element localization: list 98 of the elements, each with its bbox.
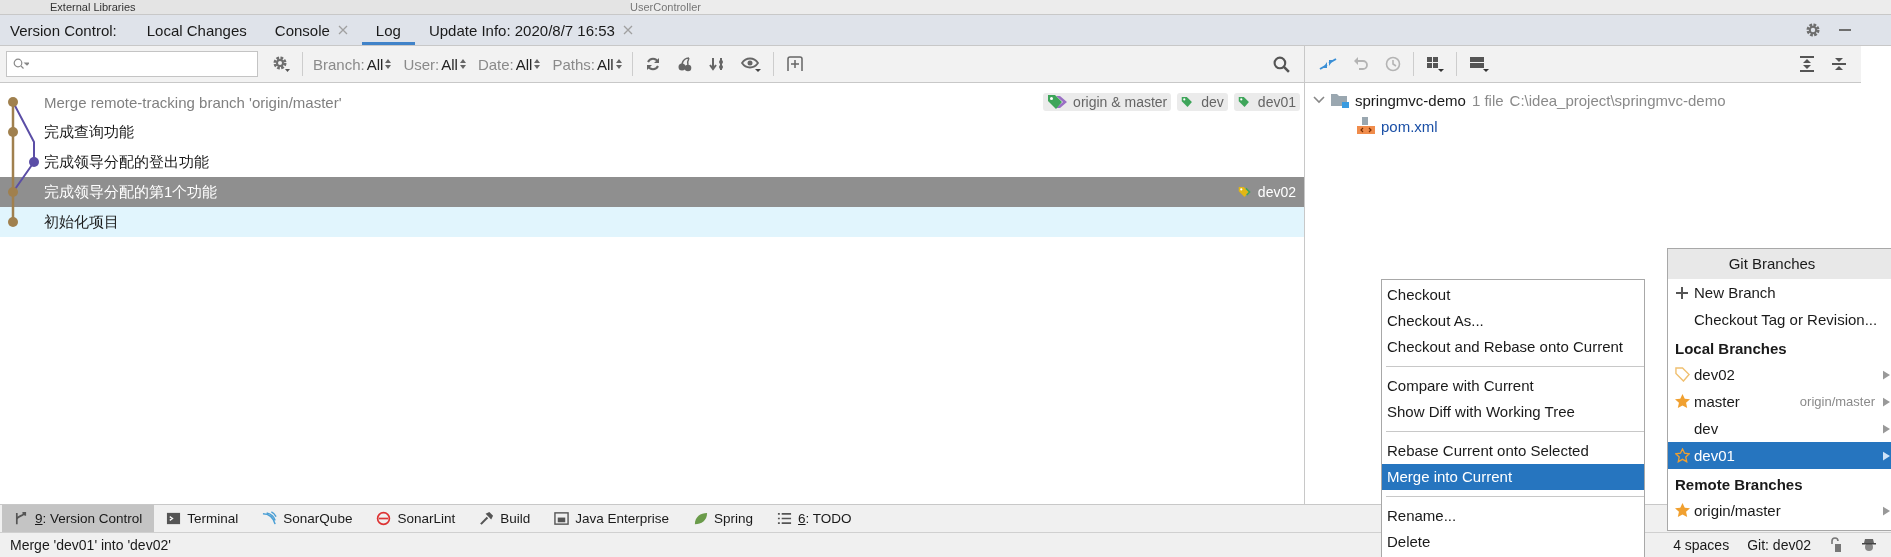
- branch-label: origin & master: [1043, 93, 1172, 111]
- updown-arrows-icon: [534, 58, 541, 70]
- tool-window-button[interactable]: Spring: [681, 505, 766, 532]
- popup-action[interactable]: Checkout Tag or Revision...: [1668, 306, 1891, 333]
- arrows-icon[interactable]: [1319, 55, 1337, 73]
- updown-arrows-icon: [615, 58, 622, 70]
- menu-item[interactable]: Checkout: [1382, 282, 1644, 308]
- file-count: 1 file: [1471, 91, 1504, 109]
- expand-all-icon[interactable]: [1799, 56, 1815, 72]
- branch-item[interactable]: origin/master: [1668, 497, 1891, 524]
- todo-icon: [777, 511, 793, 526]
- branch-label: dev02: [1233, 183, 1300, 201]
- module-folder-icon: [1331, 92, 1349, 108]
- tool-window-button[interactable]: Java Enterprise: [542, 505, 682, 532]
- file-name[interactable]: pom.xml: [1381, 117, 1438, 135]
- star-icon: [1674, 503, 1690, 518]
- vcs-icon: [14, 511, 29, 526]
- menu-item[interactable]: Show Diff with Working Tree: [1382, 399, 1644, 425]
- git-branch-widget[interactable]: Git: dev02: [1747, 537, 1811, 553]
- submenu-arrow-icon: [1883, 450, 1890, 461]
- star-icon: [1674, 394, 1690, 409]
- menu-item[interactable]: Checkout As...: [1382, 308, 1644, 334]
- commit-row[interactable]: 初始化项目: [0, 207, 1304, 237]
- settings-icon[interactable]: [1805, 22, 1821, 38]
- eye-icon[interactable]: [740, 56, 761, 72]
- popup-title: Git Branches: [1668, 249, 1891, 279]
- popup-action[interactable]: New Branch: [1668, 279, 1891, 306]
- module-path: C:\idea_project\springmvc-demo: [1509, 91, 1726, 109]
- branch-item[interactable]: dev01: [1668, 442, 1891, 469]
- refresh-icon[interactable]: [644, 56, 661, 72]
- tracking-branch: origin/master: [1799, 394, 1875, 409]
- updown-arrows-icon: [459, 58, 466, 70]
- submenu-arrow-icon: [1883, 505, 1890, 516]
- commit-row[interactable]: Merge remote-tracking branch 'origin/master' origin & master dev dev01: [0, 87, 1304, 117]
- tool-window-button[interactable]: Build: [467, 505, 543, 532]
- new-tab-icon[interactable]: [785, 56, 804, 72]
- commit-message: 完成领导分配的第1个功能: [44, 182, 218, 202]
- build-icon: [479, 511, 495, 526]
- commit-row[interactable]: 完成查询功能: [0, 117, 1304, 147]
- search-icon: [13, 58, 29, 70]
- tag-icon: [1674, 367, 1690, 382]
- branch-label: dev01: [1233, 93, 1300, 111]
- chevron-icon[interactable]: [1313, 94, 1325, 106]
- tool-window-button[interactable]: 9: Version Control: [2, 505, 155, 532]
- branch-item[interactable]: dev: [1668, 415, 1891, 442]
- sonarlint-icon: [376, 511, 392, 526]
- sort-icon[interactable]: [708, 56, 725, 72]
- tool-window-button[interactable]: Terminal: [154, 505, 251, 532]
- tab[interactable]: Local Changes: [132, 15, 261, 45]
- branch-item[interactable]: master origin/master: [1668, 388, 1891, 415]
- inspector-icon[interactable]: [1861, 537, 1877, 553]
- submenu-arrow-icon: [1883, 423, 1890, 434]
- plus-icon: [1676, 286, 1688, 299]
- indent-setting[interactable]: 4 spaces: [1673, 537, 1730, 553]
- tool-window-button[interactable]: SonarQube: [250, 505, 365, 532]
- commit-message: 初始化项目: [44, 212, 119, 232]
- filter-dropdown[interactable]: User:All: [397, 55, 472, 73]
- project-item[interactable]: External Libraries: [50, 1, 136, 13]
- tab[interactable]: Update Info: 2020/8/7 16:53: [414, 15, 647, 45]
- editor-tab[interactable]: UserController: [630, 1, 701, 13]
- terminal-icon: [166, 511, 182, 526]
- menu-item[interactable]: Merge into Current: [1382, 464, 1644, 490]
- spring-icon: [693, 511, 709, 526]
- menu-item[interactable]: Checkout and Rebase onto Current: [1382, 334, 1644, 360]
- branch-item[interactable]: dev02: [1668, 361, 1891, 388]
- tool-window-title: Version Control:: [9, 21, 118, 39]
- commit-message: 完成查询功能: [44, 122, 134, 142]
- submenu-arrow-icon: [1883, 396, 1890, 407]
- section-heading: Remote Branches: [1674, 475, 1804, 495]
- menu-item[interactable]: Rebase Current onto Selected: [1382, 438, 1644, 464]
- search-field[interactable]: [6, 51, 258, 77]
- status-message: Merge 'dev01' into 'dev02': [10, 537, 171, 553]
- star-outline-icon[interactable]: [1674, 448, 1690, 463]
- tool-window-button[interactable]: SonarLint: [364, 505, 468, 532]
- commit-message: Merge remote-tracking branch 'origin/master': [44, 93, 342, 111]
- filter-dropdown[interactable]: Branch:All: [307, 55, 398, 73]
- collapse-all-icon[interactable]: [1831, 56, 1847, 72]
- section-heading: Local Branches: [1674, 339, 1788, 359]
- filter-dropdown[interactable]: Paths:All: [546, 55, 628, 73]
- commit-row[interactable]: 完成领导分配的登出功能: [0, 147, 1304, 177]
- submenu-arrow-icon: [1883, 369, 1890, 380]
- tab[interactable]: Console: [260, 15, 362, 45]
- group-icon[interactable]: [1426, 56, 1444, 72]
- xml-file-icon: [1357, 117, 1375, 135]
- menu-item[interactable]: Compare with Current: [1382, 373, 1644, 399]
- settings-icon[interactable]: [272, 55, 290, 73]
- menu-item[interactable]: Delete: [1382, 529, 1644, 555]
- cherry-icon[interactable]: [676, 56, 693, 72]
- branch-label: dev: [1177, 93, 1228, 111]
- tool-window-button[interactable]: 6: TODO: [765, 505, 864, 532]
- updown-arrows-icon: [385, 58, 392, 70]
- filter-dropdown[interactable]: Date:All: [471, 55, 547, 73]
- lock-icon[interactable]: [1829, 537, 1843, 553]
- commit-message: 完成领导分配的登出功能: [44, 152, 209, 172]
- layout-icon[interactable]: [1469, 56, 1489, 72]
- search-icon[interactable]: [1273, 55, 1290, 73]
- menu-item[interactable]: Rename...: [1382, 503, 1644, 529]
- module-name: springmvc-demo: [1355, 91, 1466, 109]
